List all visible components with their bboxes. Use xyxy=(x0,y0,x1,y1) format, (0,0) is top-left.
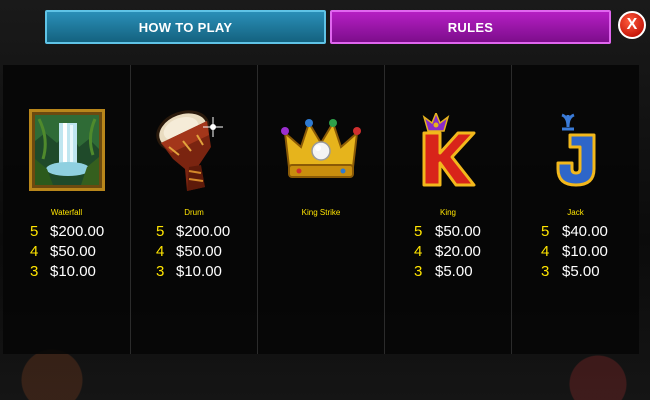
waterfall-icon xyxy=(3,105,130,195)
pay-count: 3 xyxy=(541,263,550,280)
pay-amount: $50.00 xyxy=(176,243,222,260)
paytable-column-waterfall: Waterfall 5 $200.00 4 $50.00 3 $10.00 xyxy=(3,65,131,354)
pay-count: 4 xyxy=(414,243,423,260)
pay-amount: $200.00 xyxy=(176,223,231,240)
pay-amount: $200.00 xyxy=(50,223,105,240)
paytable-column-drum: Drum 5 $200.00 4 $50.00 3 $10.00 xyxy=(131,65,258,354)
jack-j-icon xyxy=(512,105,639,195)
pay-row: 4 $50.00 xyxy=(131,243,257,263)
pay-list: 5 $50.00 4 $20.00 3 $5.00 xyxy=(385,223,511,283)
pay-list: 5 $200.00 4 $50.00 3 $10.00 xyxy=(131,223,257,283)
pay-amount: $5.00 xyxy=(562,263,600,280)
pay-row: 5 $50.00 xyxy=(385,223,511,243)
pay-row: 4 $50.00 xyxy=(3,243,130,263)
pay-count: 5 xyxy=(414,223,423,240)
king-k-icon xyxy=(385,105,511,195)
tab-rules[interactable]: RULES xyxy=(330,10,611,44)
pay-list: 5 $200.00 4 $50.00 3 $10.00 xyxy=(3,223,130,283)
pay-row: 3 $10.00 xyxy=(131,263,257,283)
pay-row: 3 $5.00 xyxy=(385,263,511,283)
pay-list: 5 $40.00 4 $10.00 3 $5.00 xyxy=(512,223,639,283)
pay-row: 5 $40.00 xyxy=(512,223,639,243)
symbol-name: Drum xyxy=(184,208,204,217)
pay-amount: $10.00 xyxy=(176,263,222,280)
pay-amount: $20.00 xyxy=(435,243,481,260)
close-button[interactable]: X xyxy=(618,11,646,39)
pay-row: 5 $200.00 xyxy=(131,223,257,243)
symbol-name: King xyxy=(439,208,456,217)
symbol-name: Jack xyxy=(567,208,584,217)
pay-count: 5 xyxy=(156,223,165,240)
paytable-column-king-strike: King Strike xyxy=(258,65,385,354)
tab-how-to-play[interactable]: HOW TO PLAY xyxy=(45,10,326,44)
crown-icon xyxy=(258,105,384,195)
paytable-panel: Waterfall 5 $200.00 4 $50.00 3 $10.00 Dr… xyxy=(3,65,644,354)
pay-amount: $40.00 xyxy=(562,223,608,240)
pay-amount: $10.00 xyxy=(562,243,608,260)
pay-count: 3 xyxy=(156,263,165,280)
pay-count: 3 xyxy=(30,263,39,280)
pay-count: 4 xyxy=(541,243,550,260)
pay-amount: $50.00 xyxy=(435,223,481,240)
pay-amount: $10.00 xyxy=(50,263,96,280)
drum-icon xyxy=(131,105,257,195)
pay-row: 4 $20.00 xyxy=(385,243,511,263)
pay-row: 4 $10.00 xyxy=(512,243,639,263)
pay-amount: $50.00 xyxy=(50,243,96,260)
pay-amount: $5.00 xyxy=(435,263,473,280)
pay-count: 5 xyxy=(30,223,39,240)
symbol-name: King Strike xyxy=(301,208,341,217)
pay-row: 5 $200.00 xyxy=(3,223,130,243)
paytable-column-jack: Jack 5 $40.00 4 $10.00 3 $5.00 xyxy=(512,65,639,354)
pay-count: 3 xyxy=(414,263,423,280)
pay-row: 3 $10.00 xyxy=(3,263,130,283)
symbol-name: Waterfall xyxy=(50,208,83,217)
pay-row: 3 $5.00 xyxy=(512,263,639,283)
paytable-column-king: King 5 $50.00 4 $20.00 3 $5.00 xyxy=(385,65,512,354)
pay-count: 4 xyxy=(156,243,165,260)
pay-count: 4 xyxy=(30,243,39,260)
pay-count: 5 xyxy=(541,223,550,240)
